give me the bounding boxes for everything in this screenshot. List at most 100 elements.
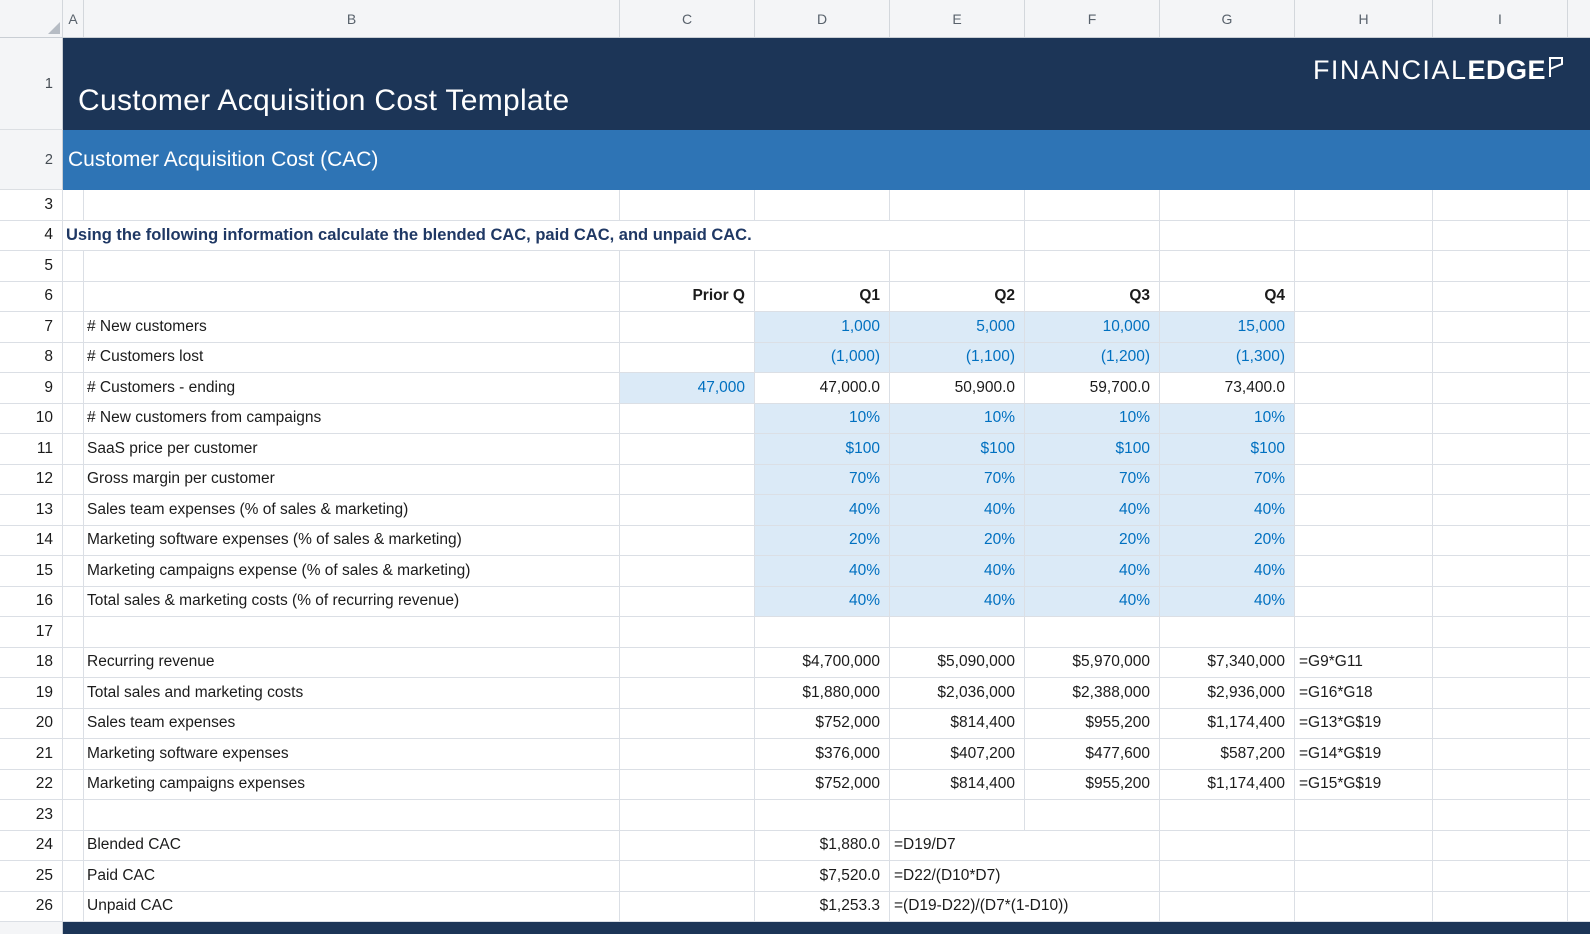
cell-G9[interactable]: 73,400.0	[1160, 373, 1295, 404]
cell-B7[interactable]: # New customers	[84, 312, 620, 343]
row-header-15[interactable]: 15	[0, 556, 63, 587]
cell-C3[interactable]	[620, 190, 755, 221]
cell-H8[interactable]	[1295, 343, 1433, 374]
cell-H20[interactable]: =G13*G$19	[1295, 709, 1433, 740]
cell-A15[interactable]	[63, 556, 84, 587]
row-header-24[interactable]: 24	[0, 831, 63, 862]
cell-H26[interactable]	[1295, 892, 1433, 923]
cell-H5[interactable]	[1295, 251, 1433, 282]
cell-E14[interactable]: 20%	[890, 526, 1025, 557]
cell-G21[interactable]: $587,200	[1160, 739, 1295, 770]
cell-I19[interactable]	[1433, 678, 1568, 709]
row-header-16[interactable]: 16	[0, 587, 63, 618]
cell-I5[interactable]	[1433, 251, 1568, 282]
cell-D20[interactable]: $752,000	[755, 709, 890, 740]
cell-H14[interactable]	[1295, 526, 1433, 557]
cell-A25[interactable]	[63, 861, 84, 892]
cell-B15[interactable]: Marketing campaigns expense (% of sales …	[84, 556, 620, 587]
cell-D19[interactable]: $1,880,000	[755, 678, 890, 709]
cell-H25[interactable]	[1295, 861, 1433, 892]
cell-F20[interactable]: $955,200	[1025, 709, 1160, 740]
cell-G10[interactable]: 10%	[1160, 404, 1295, 435]
col-header-G[interactable]: G	[1160, 0, 1295, 37]
cell-A23[interactable]	[63, 800, 84, 831]
cell-B25[interactable]: Paid CAC	[84, 861, 620, 892]
row-header-8[interactable]: 8	[0, 343, 63, 374]
cell-B6[interactable]	[84, 282, 620, 313]
cell-H16[interactable]	[1295, 587, 1433, 618]
cell-I3[interactable]	[1433, 190, 1568, 221]
cell-I23[interactable]	[1433, 800, 1568, 831]
cell-A5[interactable]	[63, 251, 84, 282]
cell-G19[interactable]: $2,936,000	[1160, 678, 1295, 709]
cell-F16[interactable]: 40%	[1025, 587, 1160, 618]
cell-I25[interactable]	[1433, 861, 1568, 892]
cell-C8[interactable]	[620, 343, 755, 374]
cell-I20[interactable]	[1433, 709, 1568, 740]
cell-D5[interactable]	[755, 251, 890, 282]
cell-H6[interactable]	[1295, 282, 1433, 313]
cell-B14[interactable]: Marketing software expenses (% of sales …	[84, 526, 620, 557]
cell-H7[interactable]	[1295, 312, 1433, 343]
cell-E3[interactable]	[890, 190, 1025, 221]
cell-C25[interactable]	[620, 861, 755, 892]
cell-I22[interactable]	[1433, 770, 1568, 801]
cell-G12[interactable]: 70%	[1160, 465, 1295, 496]
cell-C9[interactable]: 47,000	[620, 373, 755, 404]
cell-E20[interactable]: $814,400	[890, 709, 1025, 740]
col-header-E[interactable]: E	[890, 0, 1025, 37]
row-header-21[interactable]: 21	[0, 739, 63, 770]
cell-A21[interactable]	[63, 739, 84, 770]
cell-C10[interactable]	[620, 404, 755, 435]
cell-F12[interactable]: 70%	[1025, 465, 1160, 496]
cell-C15[interactable]	[620, 556, 755, 587]
cell-I21[interactable]	[1433, 739, 1568, 770]
cell-I10[interactable]	[1433, 404, 1568, 435]
cell-I15[interactable]	[1433, 556, 1568, 587]
cell-G6[interactable]: Q4	[1160, 282, 1295, 313]
row-header-3[interactable]: 3	[0, 190, 63, 221]
cell-B13[interactable]: Sales team expenses (% of sales & market…	[84, 495, 620, 526]
cell-F3[interactable]	[1025, 190, 1160, 221]
cell-B11[interactable]: SaaS price per customer	[84, 434, 620, 465]
col-header-C[interactable]: C	[620, 0, 755, 37]
cell-I24[interactable]	[1433, 831, 1568, 862]
cell-F19[interactable]: $2,388,000	[1025, 678, 1160, 709]
cell-C22[interactable]	[620, 770, 755, 801]
row-header-1[interactable]: 1	[0, 38, 63, 130]
cell-E10[interactable]: 10%	[890, 404, 1025, 435]
col-header-F[interactable]: F	[1025, 0, 1160, 37]
cell-B22[interactable]: Marketing campaigns expenses	[84, 770, 620, 801]
cell-I26[interactable]	[1433, 892, 1568, 923]
cell-F17[interactable]	[1025, 617, 1160, 648]
row-header-13[interactable]: 13	[0, 495, 63, 526]
cell-H23[interactable]	[1295, 800, 1433, 831]
cell-B21[interactable]: Marketing software expenses	[84, 739, 620, 770]
cell-A20[interactable]	[63, 709, 84, 740]
cell-H15[interactable]	[1295, 556, 1433, 587]
cell-E23[interactable]	[890, 800, 1025, 831]
cell-C13[interactable]	[620, 495, 755, 526]
col-header-A[interactable]: A	[63, 0, 84, 37]
cell-D24[interactable]: $1,880.0	[755, 831, 890, 862]
cell-A7[interactable]	[63, 312, 84, 343]
cell-I8[interactable]	[1433, 343, 1568, 374]
cell-B26[interactable]: Unpaid CAC	[84, 892, 620, 923]
cell-A8[interactable]	[63, 343, 84, 374]
cell-D22[interactable]: $752,000	[755, 770, 890, 801]
cell-G17[interactable]	[1160, 617, 1295, 648]
row-header-4[interactable]: 4	[0, 221, 63, 252]
cell-C7[interactable]	[620, 312, 755, 343]
cell-E7[interactable]: 5,000	[890, 312, 1025, 343]
cell-B17[interactable]	[84, 617, 620, 648]
cell-H9[interactable]	[1295, 373, 1433, 404]
cell-B3[interactable]	[84, 190, 620, 221]
cell-G24[interactable]	[1160, 831, 1295, 862]
cell-G8[interactable]: (1,300)	[1160, 343, 1295, 374]
row-header-12[interactable]: 12	[0, 465, 63, 496]
cell-E21[interactable]: $407,200	[890, 739, 1025, 770]
row-header-22[interactable]: 22	[0, 770, 63, 801]
cell-E25[interactable]: =D22/(D10*D7)	[890, 861, 1160, 892]
cell-D17[interactable]	[755, 617, 890, 648]
col-header-I[interactable]: I	[1433, 0, 1568, 37]
